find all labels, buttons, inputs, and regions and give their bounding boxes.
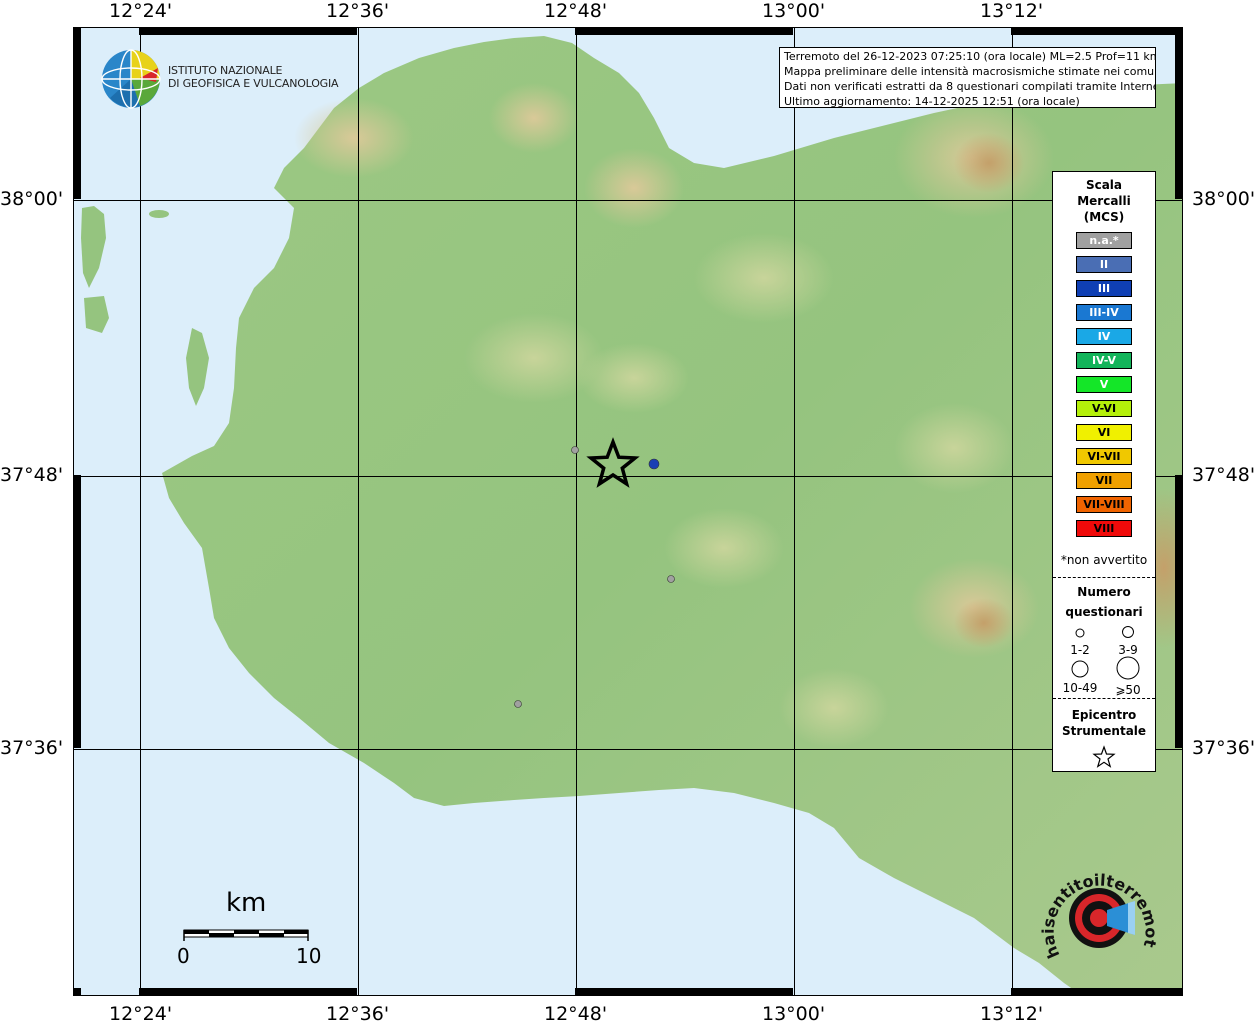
relief <box>894 403 1014 493</box>
map-frame-right <box>1175 27 1183 996</box>
relief <box>584 148 684 228</box>
intensity-class-swatch: II <box>1076 256 1132 273</box>
longitude-label-top: 12°36' <box>326 0 390 22</box>
longitude-label-top: 12°48' <box>544 0 608 22</box>
legend-title: Scala Mercalli (MCS) <box>1053 177 1155 225</box>
relief <box>664 508 784 588</box>
intensity-class-swatch: n.a.* <box>1076 232 1132 249</box>
legend-note: *non avvertito <box>1060 553 1148 567</box>
institute-name: ISTITUTO NAZIONALE DI GEOFISICA E VULCAN… <box>168 64 339 90</box>
xlarge-circle-icon <box>1116 656 1140 680</box>
count-class: 1-2 <box>1055 626 1105 657</box>
institute-name-line2: DI GEOFISICA E VULCANOLOGIA <box>168 77 339 90</box>
latitude-label-right: 37°36' <box>1192 737 1256 759</box>
count-class-label: 3-9 <box>1118 643 1138 657</box>
relief <box>954 133 1024 193</box>
observation-point[interactable] <box>571 446 579 454</box>
latitude-label-right: 38°00' <box>1192 188 1256 210</box>
latitude-label-right: 37°48' <box>1192 464 1256 486</box>
count-title-line: Numero <box>1077 585 1131 599</box>
intensity-class-swatch: III <box>1076 280 1132 297</box>
longitude-label-bottom: 12°36' <box>326 1003 390 1025</box>
event-info-line: Mappa preliminare delle intensità macros… <box>784 65 1156 78</box>
longitude-label-bottom: 13°00' <box>762 1003 826 1025</box>
intensity-class-swatch: IV <box>1076 328 1132 345</box>
intensity-class-swatch: IV-V <box>1076 352 1132 369</box>
intensity-class-swatch: V-VI <box>1076 400 1132 417</box>
legend-divider <box>1053 577 1155 578</box>
small-circle-icon <box>1075 628 1085 638</box>
map-frame-left <box>73 27 81 996</box>
scale-unit-label: km <box>226 888 267 918</box>
latitude-label-left: 38°00' <box>0 188 64 210</box>
longitude-label-bottom: 13°12' <box>980 1003 1044 1025</box>
epicenter-title: Epicentro Strumentale <box>1053 707 1155 739</box>
observation-point[interactable] <box>514 700 522 708</box>
haisentito-logo-icon: haisentitoilterremoto.it <box>1030 840 1161 961</box>
intensity-class-swatch: VII-VIII <box>1076 496 1132 513</box>
legend-title-line: Mercalli <box>1077 194 1131 208</box>
epicenter-title-line: Epicentro <box>1071 708 1137 722</box>
observation-point[interactable] <box>648 458 660 470</box>
legend-title-line: Scala <box>1085 178 1123 192</box>
longitude-label-top: 13°12' <box>980 0 1044 22</box>
count-class-label: ⩾50 <box>1115 683 1141 697</box>
latitude-label-left: 37°48' <box>0 464 64 486</box>
relief <box>294 98 414 178</box>
event-info-line: Dati non verificati estratti da 8 questi… <box>784 80 1156 93</box>
count-class: 3-9 <box>1103 624 1153 657</box>
intensity-scale-list: n.a.* II III III-IV IV IV-V V V-VI VI VI-VII VII VI… <box>1053 232 1155 537</box>
longitude-label-bottom: 12°48' <box>544 1003 608 1025</box>
epicenter-legend-star-icon <box>1092 745 1116 768</box>
large-circle-icon <box>1071 660 1089 678</box>
scale-start-label: 0 <box>177 944 190 968</box>
event-info-box: Terremoto del 26-12-2023 07:25:10 (ora l… <box>779 47 1156 108</box>
intensity-class-swatch: VII <box>1076 472 1132 489</box>
observation-point[interactable] <box>667 575 675 583</box>
intensity-legend: Scala Mercalli (MCS) n.a.* II III III-IV IV I… <box>1052 171 1156 772</box>
legend-divider <box>1053 698 1155 699</box>
relief <box>579 343 689 413</box>
map-canvas <box>74 28 1182 995</box>
map-frame-bottom <box>73 988 1183 996</box>
intensity-class-swatch: VI-VII <box>1076 448 1132 465</box>
intensity-class-swatch: VIII <box>1076 520 1132 537</box>
count-title: Numero questionari <box>1053 582 1155 622</box>
map-area[interactable] <box>73 27 1183 996</box>
intensity-class-swatch: III-IV <box>1076 304 1132 321</box>
count-class: ⩾50 <box>1103 656 1153 697</box>
longitude-label-bottom: 12°24' <box>109 1003 173 1025</box>
intensity-class-swatch: VI <box>1076 424 1132 441</box>
relief <box>954 598 1014 648</box>
relief <box>489 83 579 153</box>
island <box>149 210 169 218</box>
longitude-label-top: 12°24' <box>109 0 173 22</box>
latitude-label-left: 37°36' <box>0 737 64 759</box>
count-class: 10-49 <box>1055 660 1105 695</box>
count-circles: 1-2 3-9 10-49 ⩾50 <box>1053 622 1155 697</box>
medium-circle-icon <box>1122 626 1134 638</box>
relief <box>694 233 834 323</box>
legend-title-line: (MCS) <box>1083 210 1125 224</box>
intensity-class-swatch: V <box>1076 376 1132 393</box>
count-class-label: 1-2 <box>1070 643 1090 657</box>
event-info-line: Terremoto del 26-12-2023 07:25:10 (ora l… <box>784 50 1156 63</box>
ingv-logo-icon <box>100 48 162 114</box>
event-info-line: Ultimo aggiornamento: 14-12-2025 12:51 (… <box>784 95 1080 108</box>
map-frame-top <box>73 27 1183 35</box>
epicenter-title-line: Strumentale <box>1061 724 1147 738</box>
haisentito-logo[interactable]: haisentitoilterremoto.it <box>1030 840 1165 989</box>
scale-end-label: 10 <box>296 944 322 968</box>
count-title-line: questionari <box>1065 605 1143 619</box>
count-class-label: 10-49 <box>1062 681 1098 695</box>
longitude-label-top: 13°00' <box>762 0 826 22</box>
institute-name-line1: ISTITUTO NAZIONALE <box>168 64 283 77</box>
relief <box>779 668 889 748</box>
